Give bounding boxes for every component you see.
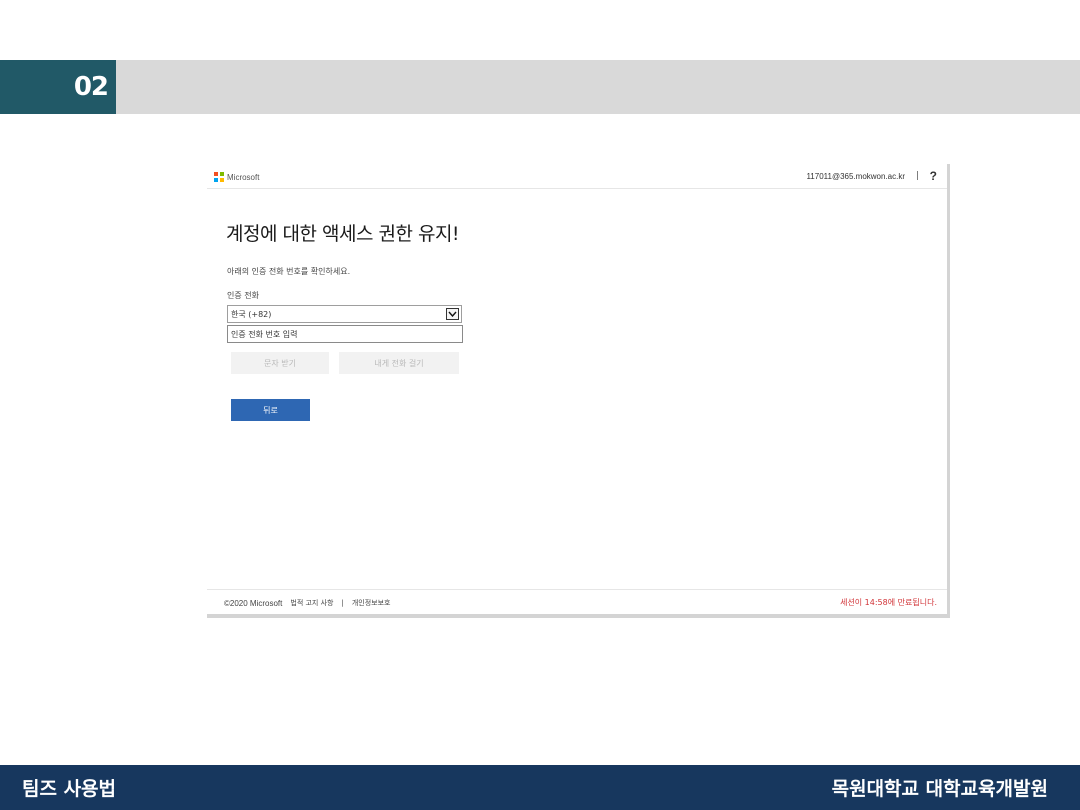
ms-top-bar: Microsoft 117011@365.mokwon.ac.kr | ? [207, 164, 947, 189]
microsoft-logo-icon [214, 172, 224, 182]
session-expiry-notice: 세션이 14:58에 만료됩니다. [840, 598, 937, 607]
country-code-value: 한국 (+82) [231, 310, 272, 319]
phone-number-input[interactable]: 인증 전화 번호 입력 [227, 325, 463, 343]
microsoft-logo: Microsoft [214, 172, 259, 182]
chevron-down-icon[interactable] [446, 308, 459, 320]
topbar-separator: | [915, 171, 919, 181]
microsoft-login-screenshot: Microsoft 117011@365.mokwon.ac.kr | ? 계정… [207, 164, 950, 618]
slide-footer-band: 팀즈 사용법 목원대학교 대학교육개발원 [0, 765, 1080, 810]
ms-footer: ©2020 Microsoft 법적 고지 사항 | 개인정보보호 [224, 598, 398, 608]
footer-divider [207, 589, 947, 590]
send-sms-button[interactable]: 문자 받기 [231, 352, 329, 374]
back-button[interactable]: 뒤로 [231, 399, 310, 421]
help-icon[interactable]: ? [930, 169, 937, 183]
page-title: 계정에 대한 액세스 권한 유지! [226, 223, 460, 245]
section-number-badge: 02 [0, 60, 116, 114]
footer-organization: 목원대학교 대학교육개발원 [831, 778, 1048, 800]
microsoft-logo-text: Microsoft [227, 172, 260, 182]
account-email[interactable]: 117011@365.mokwon.ac.kr [806, 172, 905, 181]
call-me-button[interactable]: 내게 전화 걸기 [339, 352, 459, 374]
footer-title: 팀즈 사용법 [22, 778, 117, 800]
copyright-text: ©2020 Microsoft [224, 598, 283, 608]
page-description: 아래의 인증 전화 번호를 확인하세요. [227, 267, 351, 276]
phone-field-label: 인증 전화 [227, 291, 259, 300]
legal-link[interactable]: 법적 고지 사항 [290, 598, 333, 608]
privacy-link[interactable]: 개인정보보호 [352, 598, 391, 608]
footer-separator: | [341, 599, 344, 607]
slide-header-band: 02 [0, 60, 1080, 114]
country-code-select[interactable]: 한국 (+82) [227, 305, 462, 323]
